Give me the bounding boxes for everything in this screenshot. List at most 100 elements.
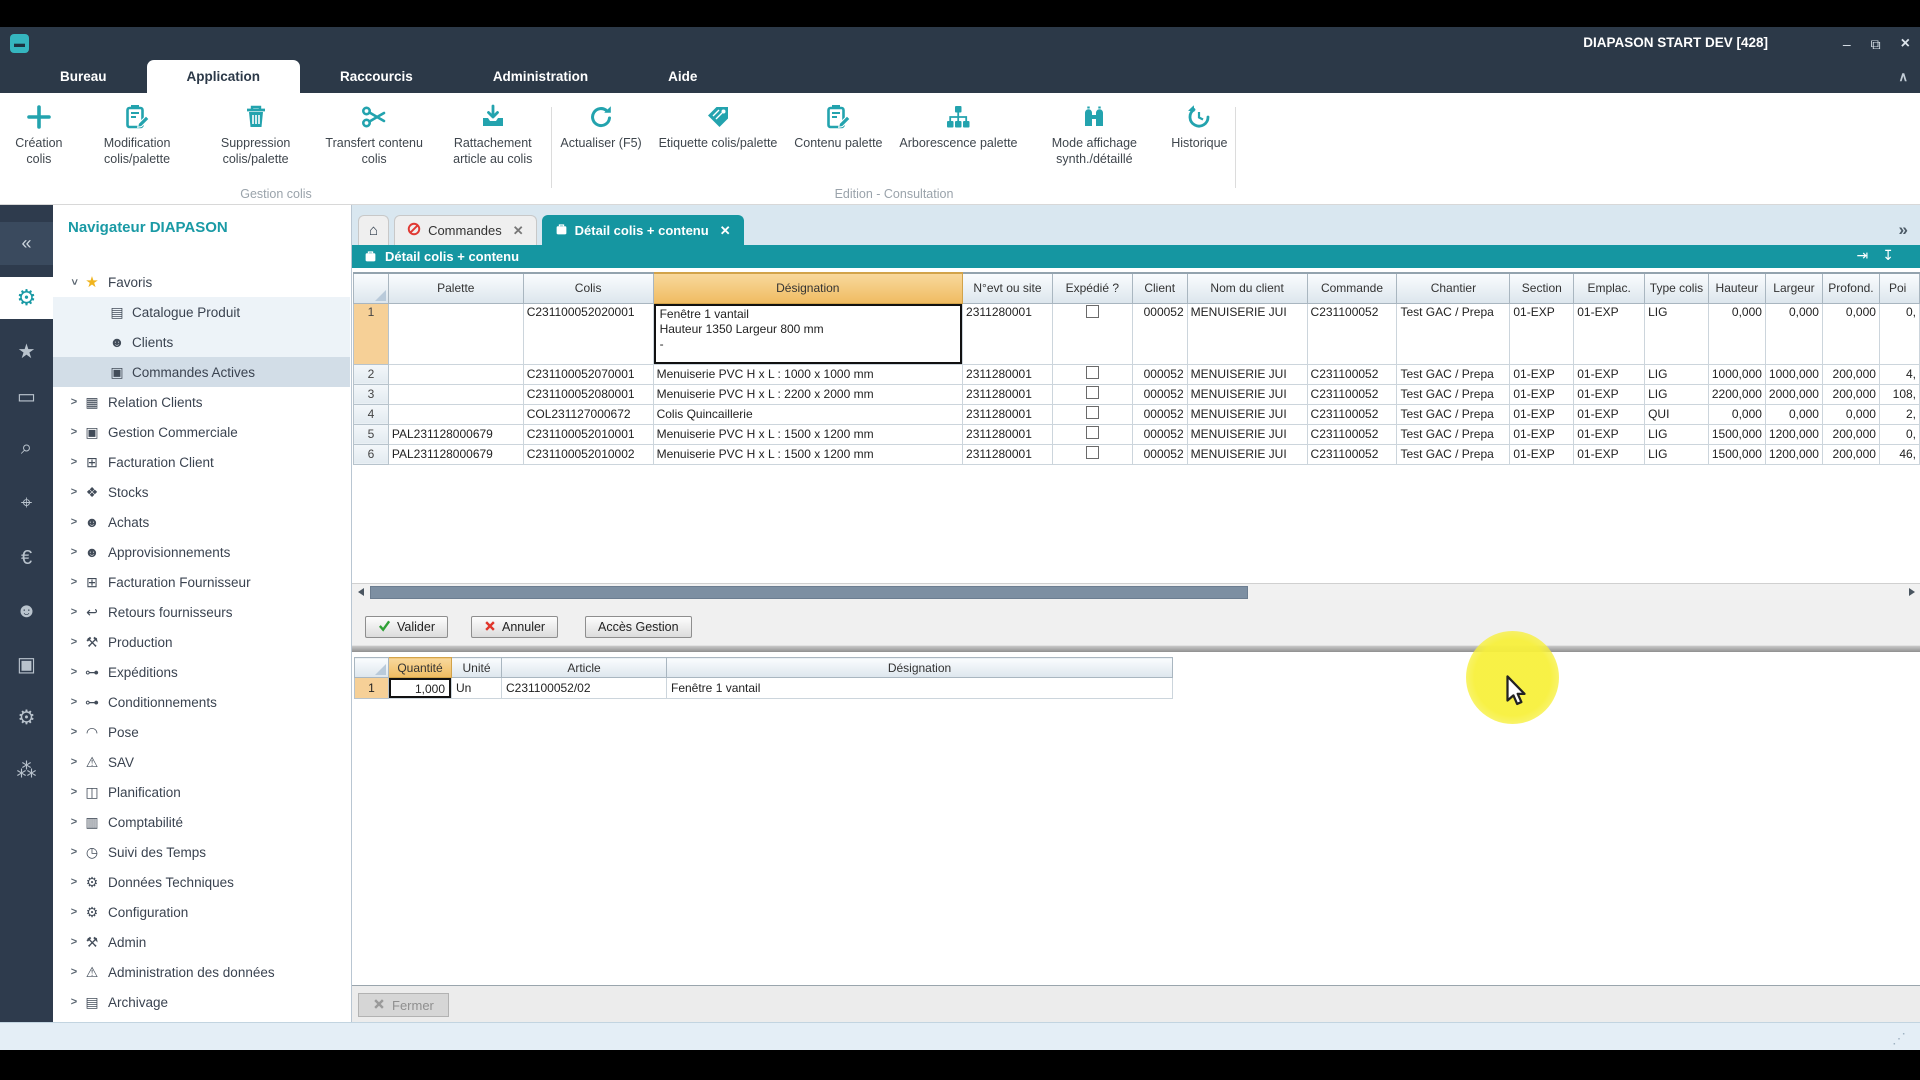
cell-largeur[interactable]: 1000,000 bbox=[1765, 364, 1822, 384]
nav-item-19[interactable]: >◷Suivi des Temps bbox=[53, 837, 350, 867]
cell-largeur[interactable]: 0,000 bbox=[1765, 404, 1822, 424]
horizontal-scrollbar[interactable] bbox=[352, 583, 1920, 600]
chevron-right-icon[interactable]: > bbox=[67, 726, 81, 738]
cell-palette[interactable] bbox=[388, 384, 523, 404]
expedie-checkbox[interactable] bbox=[1086, 305, 1099, 318]
chevron-right-icon[interactable]: > bbox=[67, 636, 81, 648]
ribbon-button-g0-0[interactable]: Création colis bbox=[0, 101, 78, 167]
sitemap-icon[interactable]: ⁂ bbox=[0, 749, 53, 791]
detail-column-header-d-signation[interactable]: Désignation bbox=[667, 658, 1173, 678]
search-icon[interactable]: ⌕ bbox=[0, 427, 53, 469]
cell-type[interactable]: LIG bbox=[1645, 384, 1709, 404]
collapse-panel-icon[interactable]: « bbox=[0, 222, 53, 265]
column-header-section[interactable]: Section bbox=[1510, 273, 1574, 303]
nav-item-21[interactable]: >⚙Configuration bbox=[53, 897, 350, 927]
cell-expedie[interactable] bbox=[1052, 404, 1132, 424]
chevron-right-icon[interactable]: > bbox=[67, 576, 81, 588]
cell-designation-edit[interactable]: Fenêtre 1 vantailHauteur 1350 Largeur 80… bbox=[653, 303, 962, 364]
column-header-exp-di-[interactable]: Expédié ? bbox=[1052, 273, 1132, 303]
menu-tab-aide[interactable]: Aide bbox=[628, 60, 737, 93]
acces-gestion-button[interactable]: Accès Gestion bbox=[585, 616, 692, 638]
annuler-button[interactable]: Annuler bbox=[471, 616, 558, 638]
expedie-checkbox[interactable] bbox=[1086, 366, 1099, 379]
cell-nom[interactable]: MENUISERIE JUI bbox=[1187, 444, 1307, 464]
chevron-right-icon[interactable]: > bbox=[67, 786, 81, 798]
nav-item-2[interactable]: ☻Clients bbox=[53, 327, 350, 357]
nav-item-6[interactable]: >⊞Facturation Client bbox=[53, 447, 350, 477]
cell-profond[interactable]: 200,000 bbox=[1822, 364, 1879, 384]
close-tab-icon[interactable]: ✕ bbox=[513, 223, 524, 239]
cell-commande[interactable]: C231100052 bbox=[1307, 424, 1397, 444]
cell-num[interactable]: 5 bbox=[354, 424, 389, 444]
cell-hauteur[interactable]: 1000,000 bbox=[1708, 364, 1765, 384]
cell-commande[interactable]: C231100052 bbox=[1307, 404, 1397, 424]
modules-gear-icon[interactable]: ⚙ bbox=[0, 277, 53, 319]
chevron-right-icon[interactable]: > bbox=[67, 666, 81, 678]
nav-item-23[interactable]: >⚠Administration des données bbox=[53, 957, 350, 987]
pin-right-icon[interactable]: ⇥ bbox=[1857, 247, 1883, 263]
cell-nom[interactable]: MENUISERIE JUI bbox=[1187, 424, 1307, 444]
cell-section[interactable]: 01-EXP bbox=[1510, 444, 1574, 464]
cell-client[interactable]: 000052 bbox=[1132, 364, 1187, 384]
chevron-right-icon[interactable]: > bbox=[67, 846, 81, 858]
chevron-right-icon[interactable]: > bbox=[67, 456, 81, 468]
nav-item-14[interactable]: >⊶Conditionnements bbox=[53, 687, 350, 717]
chevron-right-icon[interactable]: > bbox=[67, 756, 81, 768]
column-header-profond-[interactable]: Profond. bbox=[1822, 273, 1879, 303]
quantite-editor[interactable]: 1,000 bbox=[389, 678, 451, 698]
cell-num[interactable]: 3 bbox=[354, 384, 389, 404]
nav-item-0[interactable]: >★Favoris bbox=[53, 267, 350, 297]
nav-item-24[interactable]: >▤Archivage bbox=[53, 987, 350, 1017]
cell-type[interactable]: LIG bbox=[1645, 444, 1709, 464]
cell-expedie[interactable] bbox=[1052, 303, 1132, 364]
cell-quantite-edit[interactable]: 1,000 bbox=[389, 678, 452, 699]
chevron-right-icon[interactable]: > bbox=[67, 516, 81, 528]
detail-column-header-rownum[interactable] bbox=[355, 658, 389, 678]
nav-item-1[interactable]: ▤Catalogue Produit bbox=[53, 297, 350, 327]
resize-grip[interactable]: ⋰ bbox=[1892, 1030, 1906, 1047]
cell-profond[interactable]: 200,000 bbox=[1822, 444, 1879, 464]
cell-chantier[interactable]: Test GAC / Prepa bbox=[1397, 444, 1510, 464]
fermer-button[interactable]: Fermer bbox=[358, 993, 449, 1017]
briefcase-icon[interactable]: ▣ bbox=[0, 643, 53, 685]
cell-nevt[interactable]: 2311280001 bbox=[963, 404, 1053, 424]
ribbon-button-g1-0[interactable]: Actualiser (F5) bbox=[556, 101, 645, 152]
close-tab-icon[interactable]: ✕ bbox=[720, 223, 731, 239]
tab-home[interactable]: ⌂ bbox=[358, 215, 389, 245]
chevron-right-icon[interactable]: > bbox=[67, 966, 81, 978]
cell-largeur[interactable]: 2000,000 bbox=[1765, 384, 1822, 404]
chevron-right-icon[interactable]: > bbox=[67, 606, 81, 618]
cell-colis[interactable]: C231100052010002 bbox=[523, 444, 653, 464]
cell-type[interactable]: LIG bbox=[1645, 424, 1709, 444]
cell-colis[interactable]: COL231127000672 bbox=[523, 404, 653, 424]
export-down-icon[interactable]: ↧ bbox=[1882, 247, 1908, 263]
cell-emplac[interactable]: 01-EXP bbox=[1574, 364, 1645, 384]
detail-column-header-article[interactable]: Article bbox=[502, 658, 667, 678]
ribbon-button-g0-3[interactable]: Transfert contenu colis bbox=[315, 101, 434, 167]
cell-emplac[interactable]: 01-EXP bbox=[1574, 384, 1645, 404]
cell-client[interactable]: 000052 bbox=[1132, 424, 1187, 444]
cell-palette[interactable] bbox=[388, 404, 523, 424]
cell-designation[interactable]: Menuiserie PVC H x L : 2200 x 2000 mm bbox=[653, 384, 962, 404]
cell-nom[interactable]: MENUISERIE JUI bbox=[1187, 404, 1307, 424]
column-header-d-signation[interactable]: Désignation bbox=[653, 273, 962, 303]
column-header-chantier[interactable]: Chantier bbox=[1397, 273, 1510, 303]
nav-item-22[interactable]: >⚒Admin bbox=[53, 927, 350, 957]
chevron-right-icon[interactable]: > bbox=[67, 396, 81, 408]
cell-nom[interactable]: MENUISERIE JUI bbox=[1187, 364, 1307, 384]
menu-tab-raccourcis[interactable]: Raccourcis bbox=[300, 60, 453, 93]
cell-palette[interactable]: PAL231128000679 bbox=[388, 424, 523, 444]
advanced-search-icon[interactable]: ⌖ bbox=[0, 482, 53, 524]
cell-nevt[interactable]: 2311280001 bbox=[963, 303, 1053, 364]
cell-palette[interactable] bbox=[388, 364, 523, 384]
nav-item-3[interactable]: ▣Commandes Actives bbox=[53, 357, 350, 387]
cell-chantier[interactable]: Test GAC / Prepa bbox=[1397, 424, 1510, 444]
detail-cell-num[interactable]: 1 bbox=[355, 678, 389, 699]
cell-colis[interactable]: C231100052010001 bbox=[523, 424, 653, 444]
detail-cell-unite[interactable]: Un bbox=[452, 678, 502, 699]
detail-column-header-unit-[interactable]: Unité bbox=[452, 658, 502, 678]
cell-chantier[interactable]: Test GAC / Prepa bbox=[1397, 364, 1510, 384]
cell-poids[interactable]: 2, bbox=[1879, 404, 1919, 424]
cell-nevt[interactable]: 2311280001 bbox=[963, 384, 1053, 404]
column-header-nom-du-client[interactable]: Nom du client bbox=[1187, 273, 1307, 303]
